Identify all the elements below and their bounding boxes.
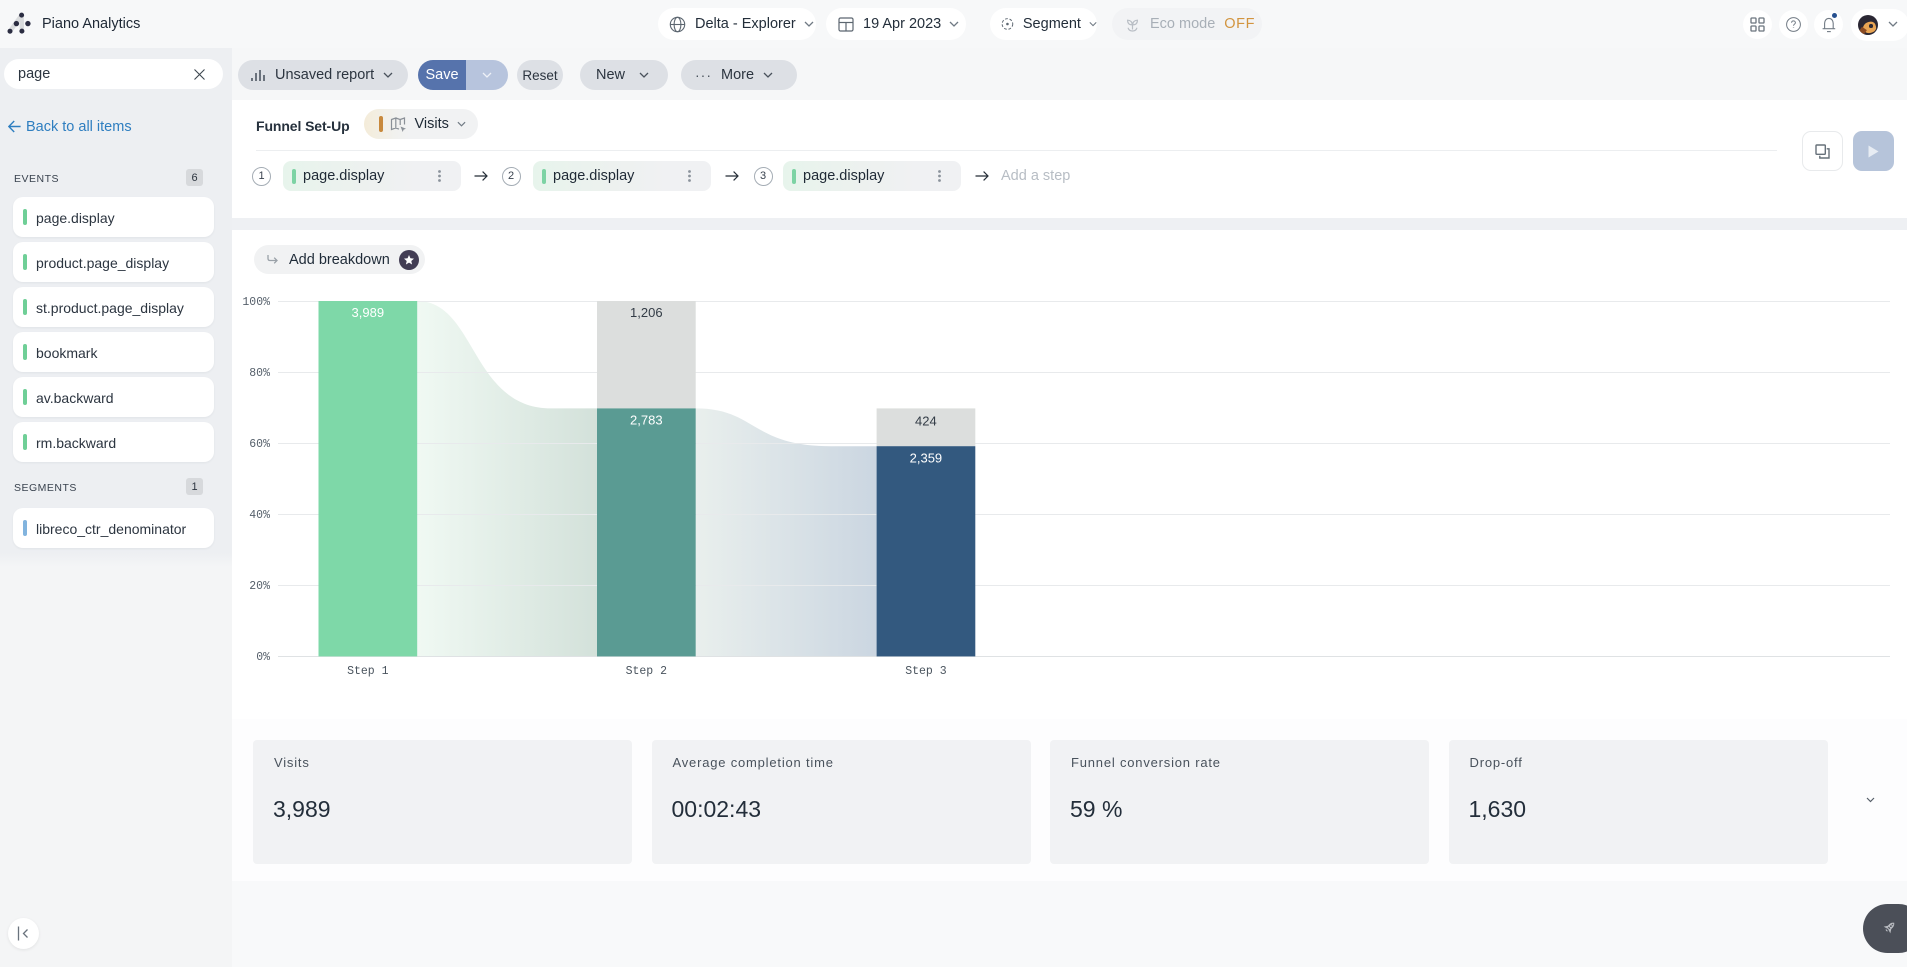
svg-text:424: 424	[915, 414, 937, 429]
svg-text:2,783: 2,783	[630, 413, 663, 428]
svg-text:Step 2: Step 2	[626, 665, 668, 678]
svg-text:40%: 40%	[249, 509, 270, 522]
svg-text:20%: 20%	[249, 580, 270, 593]
svg-text:1,206: 1,206	[630, 305, 663, 320]
svg-text:0%: 0%	[256, 651, 270, 664]
svg-text:Step 3: Step 3	[905, 665, 947, 678]
svg-text:2,359: 2,359	[910, 451, 943, 466]
svg-text:Step 1: Step 1	[347, 665, 389, 678]
svg-text:100%: 100%	[242, 296, 270, 309]
svg-text:60%: 60%	[249, 438, 270, 451]
svg-text:80%: 80%	[249, 367, 270, 380]
svg-text:3,989: 3,989	[352, 305, 385, 320]
